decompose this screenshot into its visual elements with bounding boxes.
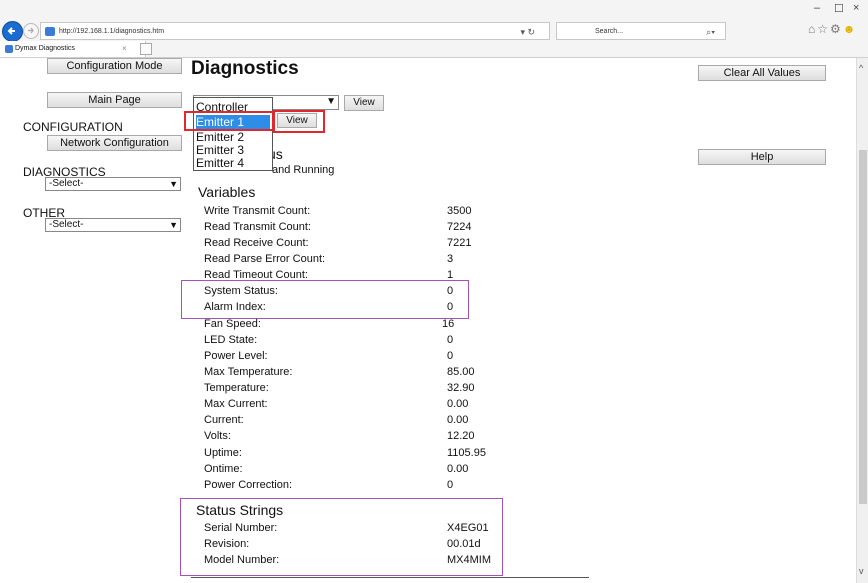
variable-label: Temperature: bbox=[204, 382, 269, 394]
variable-label: LED State: bbox=[204, 334, 258, 346]
view-button[interactable]: View bbox=[344, 95, 384, 111]
back-arrow-icon[interactable] bbox=[2, 21, 23, 42]
status-string-value: MX4MIM bbox=[447, 554, 491, 566]
status-text: and Running bbox=[272, 164, 335, 176]
variable-value: 1 bbox=[447, 269, 454, 281]
page-title: Diagnostics bbox=[191, 58, 299, 79]
configuration-mode-button[interactable]: Configuration Mode bbox=[47, 58, 182, 74]
scroll-down-icon[interactable]: v bbox=[859, 566, 864, 576]
variable-label: Power Level: bbox=[204, 350, 268, 362]
option-emitter-2[interactable]: Emitter 2 bbox=[196, 130, 244, 144]
other-select-value: -Select- bbox=[49, 219, 84, 230]
variable-label: Current: bbox=[204, 414, 244, 426]
chevron-down-icon: ▼ bbox=[326, 96, 336, 107]
search-icon[interactable]: ⌕▾ bbox=[706, 23, 715, 41]
variable-value: 0 bbox=[447, 334, 454, 346]
device-select-options[interactable]: Controller Emitter 1 Emitter 2 Emitter 3… bbox=[193, 97, 273, 171]
home-icon[interactable]: ⌂ bbox=[808, 22, 817, 36]
variable-value: 7224 bbox=[447, 221, 472, 233]
star-icon[interactable]: ☆ bbox=[817, 22, 830, 36]
variable-value: 1105.95 bbox=[447, 447, 486, 459]
smiley-icon[interactable]: ☻ bbox=[843, 22, 858, 36]
browser-chrome: http://192.168.1.1/diagnostics.htm ▾ ↻ S… bbox=[0, 0, 868, 58]
scrollbar-thumb[interactable] bbox=[859, 150, 867, 504]
variable-value: 16 bbox=[442, 318, 455, 330]
option-emitter-3[interactable]: Emitter 3 bbox=[196, 143, 244, 157]
diagnostics-select-value: -Select- bbox=[49, 178, 84, 189]
variable-label: Volts: bbox=[204, 430, 231, 442]
maximize-icon[interactable]: ☐ bbox=[834, 2, 844, 15]
divider bbox=[191, 577, 589, 578]
variable-label: Max Current: bbox=[204, 398, 268, 410]
clear-all-values-button[interactable]: Clear All Values bbox=[698, 65, 826, 81]
variable-label: Power Correction: bbox=[204, 479, 293, 491]
option-emitter-4[interactable]: Emitter 4 bbox=[196, 156, 244, 170]
status-string-value: X4EG01 bbox=[447, 522, 489, 534]
highlight-emitter-1 bbox=[184, 111, 274, 131]
toolbar-icons[interactable]: ⌂☆⚙☻ bbox=[808, 22, 857, 36]
highlight-view-button bbox=[273, 110, 325, 133]
chevron-down-icon: ▼ bbox=[169, 179, 178, 189]
other-select[interactable]: -Select- ▼ bbox=[45, 218, 181, 232]
variable-label: Read Parse Error Count: bbox=[204, 253, 326, 265]
search-placeholder: Search... bbox=[595, 28, 624, 35]
variable-value: 0.00 bbox=[447, 398, 469, 410]
help-button[interactable]: Help bbox=[698, 149, 826, 165]
tab-dymax-diagnostics[interactable]: Dymax Diagnostics × bbox=[0, 41, 146, 57]
gear-icon[interactable]: ⚙ bbox=[830, 22, 843, 36]
refresh-icon[interactable]: ▾ ↻ bbox=[520, 23, 535, 41]
variable-value: 3 bbox=[447, 253, 454, 265]
variable-label: Uptime: bbox=[204, 447, 242, 459]
forward-arrow-icon[interactable] bbox=[23, 23, 39, 39]
variable-value: 0.00 bbox=[447, 414, 469, 426]
variable-label: Read Transmit Count: bbox=[204, 221, 311, 233]
diagnostics-select[interactable]: -Select- ▼ bbox=[45, 177, 181, 191]
new-tab-icon[interactable] bbox=[140, 43, 152, 55]
variable-label: Alarm Index: bbox=[204, 301, 266, 313]
tab-close-icon[interactable]: × bbox=[122, 41, 127, 57]
search-input[interactable]: Search... ⌕▾ bbox=[556, 22, 726, 40]
variable-value: 0 bbox=[447, 350, 454, 362]
variable-value: 0 bbox=[447, 301, 454, 313]
variable-label: Ontime: bbox=[204, 463, 243, 475]
address-bar[interactable]: http://192.168.1.1/diagnostics.htm ▾ ↻ bbox=[40, 22, 550, 40]
vertical-scrollbar[interactable]: ^ v bbox=[856, 58, 868, 583]
site-favicon-icon bbox=[45, 27, 55, 36]
minimize-icon[interactable]: – bbox=[814, 2, 820, 14]
variable-value: 0 bbox=[447, 479, 454, 491]
variable-label: Fan Speed: bbox=[204, 318, 261, 330]
network-configuration-button[interactable]: Network Configuration bbox=[47, 135, 182, 151]
variable-label: Read Timeout Count: bbox=[204, 269, 308, 281]
address-url: http://192.168.1.1/diagnostics.htm bbox=[59, 28, 165, 35]
variable-value: 85.00 bbox=[447, 366, 475, 378]
variable-value: 32.90 bbox=[447, 382, 475, 394]
variable-value: 12.20 bbox=[447, 430, 475, 442]
variable-label: Read Receive Count: bbox=[204, 237, 309, 249]
chevron-down-icon: ▼ bbox=[169, 220, 178, 230]
configuration-heading: CONFIGURATION bbox=[23, 120, 123, 134]
status-string-label: Revision: bbox=[204, 538, 250, 550]
tab-title: Dymax Diagnostics bbox=[15, 45, 75, 52]
variables-heading: Variables bbox=[198, 184, 256, 200]
status-string-label: Model Number: bbox=[204, 554, 280, 566]
variable-value: 0 bbox=[447, 285, 454, 297]
variable-value: 3500 bbox=[447, 205, 472, 217]
scroll-up-icon[interactable]: ^ bbox=[859, 63, 863, 73]
variable-label: System Status: bbox=[204, 285, 278, 297]
main-page-button[interactable]: Main Page bbox=[47, 92, 182, 108]
status-string-value: 00.01d bbox=[447, 538, 481, 550]
tab-favicon-icon bbox=[5, 45, 13, 53]
variable-value: 0.00 bbox=[447, 463, 469, 475]
page-content: Configuration Mode Main Page CONFIGURATI… bbox=[0, 58, 868, 583]
close-icon[interactable]: × bbox=[853, 2, 859, 14]
variable-value: 7221 bbox=[447, 237, 472, 249]
variable-label: Write Transmit Count: bbox=[204, 205, 311, 217]
status-string-label: Serial Number: bbox=[204, 522, 278, 534]
variable-label: Max Temperature: bbox=[204, 366, 293, 378]
